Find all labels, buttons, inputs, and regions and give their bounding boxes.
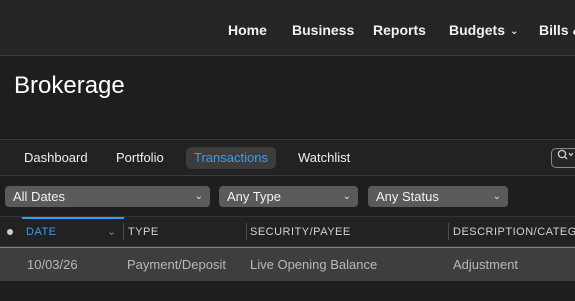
nav-bills[interactable]: Bills & xyxy=(539,22,575,38)
page-title: Brokerage xyxy=(14,72,125,99)
column-header-type[interactable]: TYPE xyxy=(128,226,159,238)
column-divider[interactable] xyxy=(246,223,247,240)
type-filter-select[interactable]: Any Type ⌄ xyxy=(219,186,358,207)
nav-business[interactable]: Business xyxy=(292,22,354,38)
chevron-down-icon: ⌄ xyxy=(492,191,501,202)
sort-indicator xyxy=(22,217,124,219)
column-header-date[interactable]: DATE xyxy=(26,226,57,238)
cell-date: 10/03/26 xyxy=(27,257,78,272)
column-header-security-payee[interactable]: SECURITY/PAYEE xyxy=(250,226,351,238)
nav-reports[interactable]: Reports xyxy=(373,22,426,38)
page-header: Brokerage xyxy=(0,56,575,139)
chevron-down-icon: ⌄ xyxy=(342,191,351,202)
date-filter-select[interactable]: All Dates ⌄ xyxy=(5,186,210,207)
cell-type: Payment/Deposit xyxy=(127,257,226,272)
column-divider[interactable] xyxy=(448,223,449,240)
chevron-down-icon[interactable]: ⌄ xyxy=(107,225,116,238)
date-filter-value: All Dates xyxy=(13,189,66,204)
tab-portfolio[interactable]: Portfolio xyxy=(108,147,172,169)
type-filter-value: Any Type xyxy=(227,189,281,204)
cell-security-payee: Live Opening Balance xyxy=(250,257,378,272)
column-divider[interactable] xyxy=(123,223,124,240)
filter-bar: All Dates ⌄ Any Type ⌄ Any Status ⌄ xyxy=(0,176,575,216)
search-icon xyxy=(557,149,574,160)
table-header: DATE ⌄ TYPE SECURITY/PAYEE DESCRIPTION/C… xyxy=(0,216,575,247)
tab-watchlist[interactable]: Watchlist xyxy=(290,147,358,169)
top-navigation: Home Business Reports Budgets ⌄ Bills & xyxy=(0,0,575,56)
tab-bar: Dashboard Portfolio Transactions Watchli… xyxy=(0,139,575,176)
search-field[interactable] xyxy=(551,148,575,168)
table-body-empty xyxy=(0,281,575,301)
status-dot-icon[interactable] xyxy=(7,229,13,235)
nav-budgets[interactable]: Budgets ⌄ xyxy=(449,22,518,38)
tab-transactions[interactable]: Transactions xyxy=(186,147,276,169)
chevron-down-icon: ⌄ xyxy=(194,191,203,202)
tab-dashboard[interactable]: Dashboard xyxy=(16,147,96,169)
nav-budgets-label: Budgets xyxy=(449,22,505,38)
table-row[interactable]: 10/03/26 Payment/Deposit Live Opening Ba… xyxy=(0,247,575,281)
chevron-down-icon: ⌄ xyxy=(510,26,519,37)
status-filter-select[interactable]: Any Status ⌄ xyxy=(368,186,508,207)
cell-description: Adjustment xyxy=(453,257,519,272)
status-filter-value: Any Status xyxy=(376,189,439,204)
nav-home[interactable]: Home xyxy=(228,22,267,38)
column-header-description-category[interactable]: DESCRIPTION/CATEG xyxy=(453,226,575,238)
